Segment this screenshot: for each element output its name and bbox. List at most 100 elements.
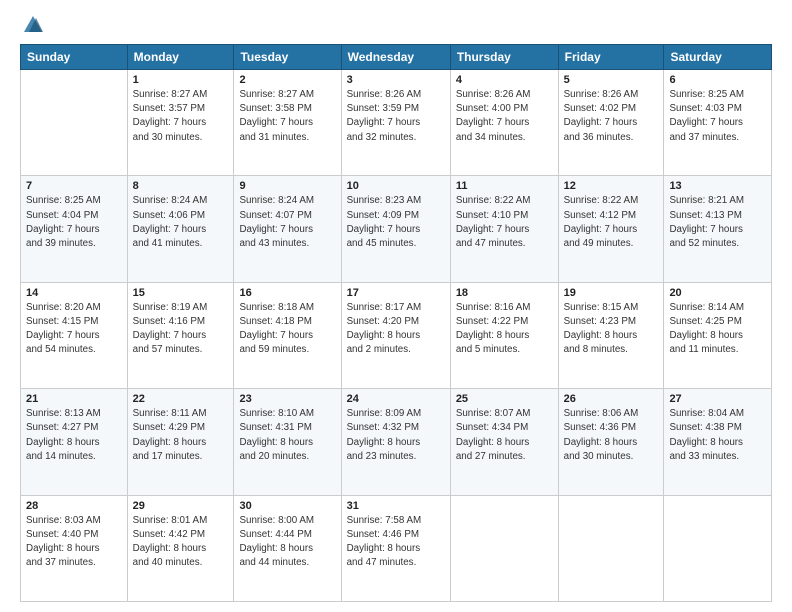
day-number: 31 [347,500,445,512]
day-info: Sunrise: 8:25 AMSunset: 4:04 PMDaylight:… [26,194,122,251]
calendar-cell: 25 Sunrise: 8:07 AMSunset: 4:34 PMDayligh… [450,389,558,495]
day-header-tuesday: Tuesday [234,45,341,70]
calendar-cell: 18 Sunrise: 8:16 AMSunset: 4:22 PMDayligh… [450,282,558,388]
calendar-cell: 10 Sunrise: 8:23 AMSunset: 4:09 PMDayligh… [341,176,450,282]
day-info: Sunrise: 8:22 AMSunset: 4:12 PMDaylight:… [564,194,659,251]
calendar-cell: 30 Sunrise: 8:00 AMSunset: 4:44 PMDayligh… [234,495,341,601]
day-info: Sunrise: 8:01 AMSunset: 4:42 PMDaylight:… [133,514,229,571]
day-info: Sunrise: 8:26 AMSunset: 4:02 PMDaylight:… [564,88,659,145]
calendar-cell: 26 Sunrise: 8:06 AMSunset: 4:36 PMDayligh… [558,389,664,495]
calendar-week-3: 14 Sunrise: 8:20 AMSunset: 4:15 PMDayligh… [21,282,772,388]
day-number: 24 [347,393,445,405]
calendar-week-4: 21Sunrise: 8:13 AMSunset: 4:27 PMDayligh… [21,389,772,495]
day-info: Sunrise: 8:21 AMSunset: 4:13 PMDaylight:… [669,194,766,251]
calendar-week-2: 7 Sunrise: 8:25 AMSunset: 4:04 PMDaylight… [21,176,772,282]
day-header-monday: Monday [127,45,234,70]
day-info: Sunrise: 8:06 AMSunset: 4:36 PMDaylight:… [564,407,659,464]
day-number: 22 [133,393,229,405]
day-header-sunday: Sunday [21,45,128,70]
day-number: 23 [239,393,335,405]
day-header-saturday: Saturday [664,45,772,70]
day-number: 4 [456,74,553,86]
day-number: 10 [347,180,445,192]
calendar-week-1: 1 Sunrise: 8:27 AMSunset: 3:57 PMDaylight… [21,70,772,176]
day-info: Sunrise: 8:22 AMSunset: 4:10 PMDaylight:… [456,194,553,251]
calendar-cell: 13Sunrise: 8:21 AMSunset: 4:13 PMDayligh… [664,176,772,282]
calendar-cell: 22Sunrise: 8:11 AMSunset: 4:29 PMDayligh… [127,389,234,495]
calendar-cell: 6 Sunrise: 8:25 AMSunset: 4:03 PMDaylight… [664,70,772,176]
day-info: Sunrise: 8:09 AMSunset: 4:32 PMDaylight:… [347,407,445,464]
day-info: Sunrise: 8:03 AMSunset: 4:40 PMDaylight:… [26,514,122,571]
calendar-cell: 4 Sunrise: 8:26 AMSunset: 4:00 PMDaylight… [450,70,558,176]
day-info: Sunrise: 8:25 AMSunset: 4:03 PMDaylight:… [669,88,766,145]
day-header-wednesday: Wednesday [341,45,450,70]
day-info: Sunrise: 8:15 AMSunset: 4:23 PMDaylight:… [564,301,659,358]
day-info: Sunrise: 8:00 AMSunset: 4:44 PMDaylight:… [239,514,335,571]
day-number: 28 [26,500,122,512]
calendar-cell: 23 Sunrise: 8:10 AMSunset: 4:31 PMDayligh… [234,389,341,495]
day-info: Sunrise: 8:24 AMSunset: 4:06 PMDaylight:… [133,194,229,251]
calendar-cell: 15 Sunrise: 8:19 AMSunset: 4:16 PMDayligh… [127,282,234,388]
day-info: Sunrise: 8:04 AMSunset: 4:38 PMDaylight:… [669,407,766,464]
calendar-cell: 21Sunrise: 8:13 AMSunset: 4:27 PMDayligh… [21,389,128,495]
day-info: Sunrise: 8:27 AMSunset: 3:58 PMDaylight:… [239,88,335,145]
day-number: 12 [564,180,659,192]
day-number: 5 [564,74,659,86]
day-header-thursday: Thursday [450,45,558,70]
day-info: Sunrise: 8:14 AMSunset: 4:25 PMDaylight:… [669,301,766,358]
day-number: 8 [133,180,229,192]
calendar-cell: 16 Sunrise: 8:18 AMSunset: 4:18 PMDayligh… [234,282,341,388]
day-info: Sunrise: 8:27 AMSunset: 3:57 PMDaylight:… [133,88,229,145]
day-number: 2 [239,74,335,86]
calendar-cell: 12 Sunrise: 8:22 AMSunset: 4:12 PMDayligh… [558,176,664,282]
calendar-cell: 20 Sunrise: 8:14 AMSunset: 4:25 PMDayligh… [664,282,772,388]
day-info: Sunrise: 8:26 AMSunset: 4:00 PMDaylight:… [456,88,553,145]
day-number: 3 [347,74,445,86]
calendar-table: SundayMondayTuesdayWednesdayThursdayFrid… [20,44,772,602]
day-info: Sunrise: 8:23 AMSunset: 4:09 PMDaylight:… [347,194,445,251]
header [20,18,772,36]
calendar-cell [450,495,558,601]
day-info: Sunrise: 8:24 AMSunset: 4:07 PMDaylight:… [239,194,335,251]
calendar-cell [21,70,128,176]
calendar-cell: 17Sunrise: 8:17 AMSunset: 4:20 PMDayligh… [341,282,450,388]
calendar-cell [664,495,772,601]
day-number: 21 [26,393,122,405]
calendar-cell: 7 Sunrise: 8:25 AMSunset: 4:04 PMDaylight… [21,176,128,282]
day-info: Sunrise: 8:10 AMSunset: 4:31 PMDaylight:… [239,407,335,464]
day-number: 7 [26,180,122,192]
calendar-week-5: 28 Sunrise: 8:03 AMSunset: 4:40 PMDayligh… [21,495,772,601]
day-info: Sunrise: 8:20 AMSunset: 4:15 PMDaylight:… [26,301,122,358]
day-info: Sunrise: 7:58 AMSunset: 4:46 PMDaylight:… [347,514,445,571]
day-info: Sunrise: 8:17 AMSunset: 4:20 PMDaylight:… [347,301,445,358]
day-info: Sunrise: 8:16 AMSunset: 4:22 PMDaylight:… [456,301,553,358]
calendar-cell: 5 Sunrise: 8:26 AMSunset: 4:02 PMDaylight… [558,70,664,176]
day-number: 18 [456,287,553,299]
calendar-cell: 24 Sunrise: 8:09 AMSunset: 4:32 PMDayligh… [341,389,450,495]
day-number: 1 [133,74,229,86]
day-number: 16 [239,287,335,299]
day-number: 6 [669,74,766,86]
calendar-cell: 29 Sunrise: 8:01 AMSunset: 4:42 PMDayligh… [127,495,234,601]
day-info: Sunrise: 8:19 AMSunset: 4:16 PMDaylight:… [133,301,229,358]
calendar-cell: 31 Sunrise: 7:58 AMSunset: 4:46 PMDayligh… [341,495,450,601]
day-info: Sunrise: 8:07 AMSunset: 4:34 PMDaylight:… [456,407,553,464]
calendar-cell: 2 Sunrise: 8:27 AMSunset: 3:58 PMDaylight… [234,70,341,176]
calendar-cell: 11 Sunrise: 8:22 AMSunset: 4:10 PMDayligh… [450,176,558,282]
day-number: 15 [133,287,229,299]
day-number: 25 [456,393,553,405]
day-number: 30 [239,500,335,512]
calendar-cell: 3 Sunrise: 8:26 AMSunset: 3:59 PMDaylight… [341,70,450,176]
day-number: 14 [26,287,122,299]
page: SundayMondayTuesdayWednesdayThursdayFrid… [0,0,792,612]
day-number: 11 [456,180,553,192]
day-number: 26 [564,393,659,405]
day-number: 20 [669,287,766,299]
day-info: Sunrise: 8:26 AMSunset: 3:59 PMDaylight:… [347,88,445,145]
calendar-body: 1 Sunrise: 8:27 AMSunset: 3:57 PMDaylight… [21,70,772,602]
day-info: Sunrise: 8:18 AMSunset: 4:18 PMDaylight:… [239,301,335,358]
calendar-cell: 28 Sunrise: 8:03 AMSunset: 4:40 PMDayligh… [21,495,128,601]
calendar-cell: 9Sunrise: 8:24 AMSunset: 4:07 PMDaylight… [234,176,341,282]
calendar-cell: 8 Sunrise: 8:24 AMSunset: 4:06 PMDaylight… [127,176,234,282]
day-number: 29 [133,500,229,512]
